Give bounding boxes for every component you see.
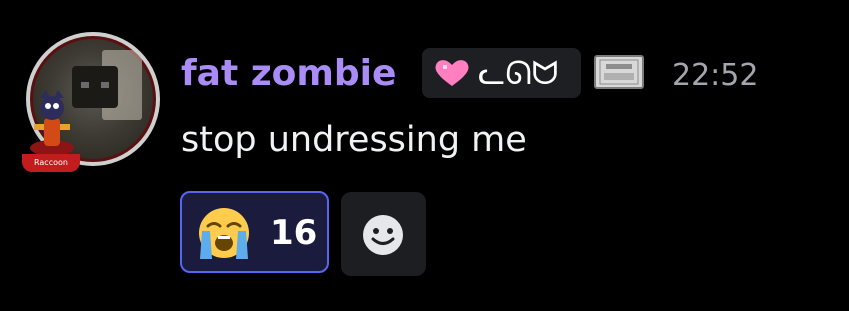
decoration-label: Raccoon bbox=[22, 154, 80, 172]
chat-message: Raccoon fat zombie ᓚᘏᗢ 22:52 stop undres… bbox=[0, 0, 849, 311]
pink-heart-icon bbox=[434, 58, 470, 92]
add-reaction-button[interactable] bbox=[341, 192, 426, 276]
clan-tag[interactable]: ᓚᘏᗢ bbox=[422, 48, 581, 98]
reaction-button[interactable]: 16 bbox=[180, 191, 329, 273]
timestamp: 22:52 bbox=[672, 58, 759, 93]
ticket-icon[interactable] bbox=[594, 55, 644, 93]
loudly-crying-face-icon bbox=[194, 203, 254, 267]
clan-tag-text: ᓚᘏᗢ bbox=[478, 54, 559, 92]
message-content: stop undressing me bbox=[181, 120, 527, 160]
username[interactable]: fat zombie bbox=[181, 50, 396, 98]
reaction-count: 16 bbox=[270, 213, 318, 253]
smiley-face-icon bbox=[361, 213, 405, 261]
avatar[interactable]: Raccoon bbox=[22, 28, 162, 172]
raccoon-decoration-icon: Raccoon bbox=[22, 68, 82, 172]
